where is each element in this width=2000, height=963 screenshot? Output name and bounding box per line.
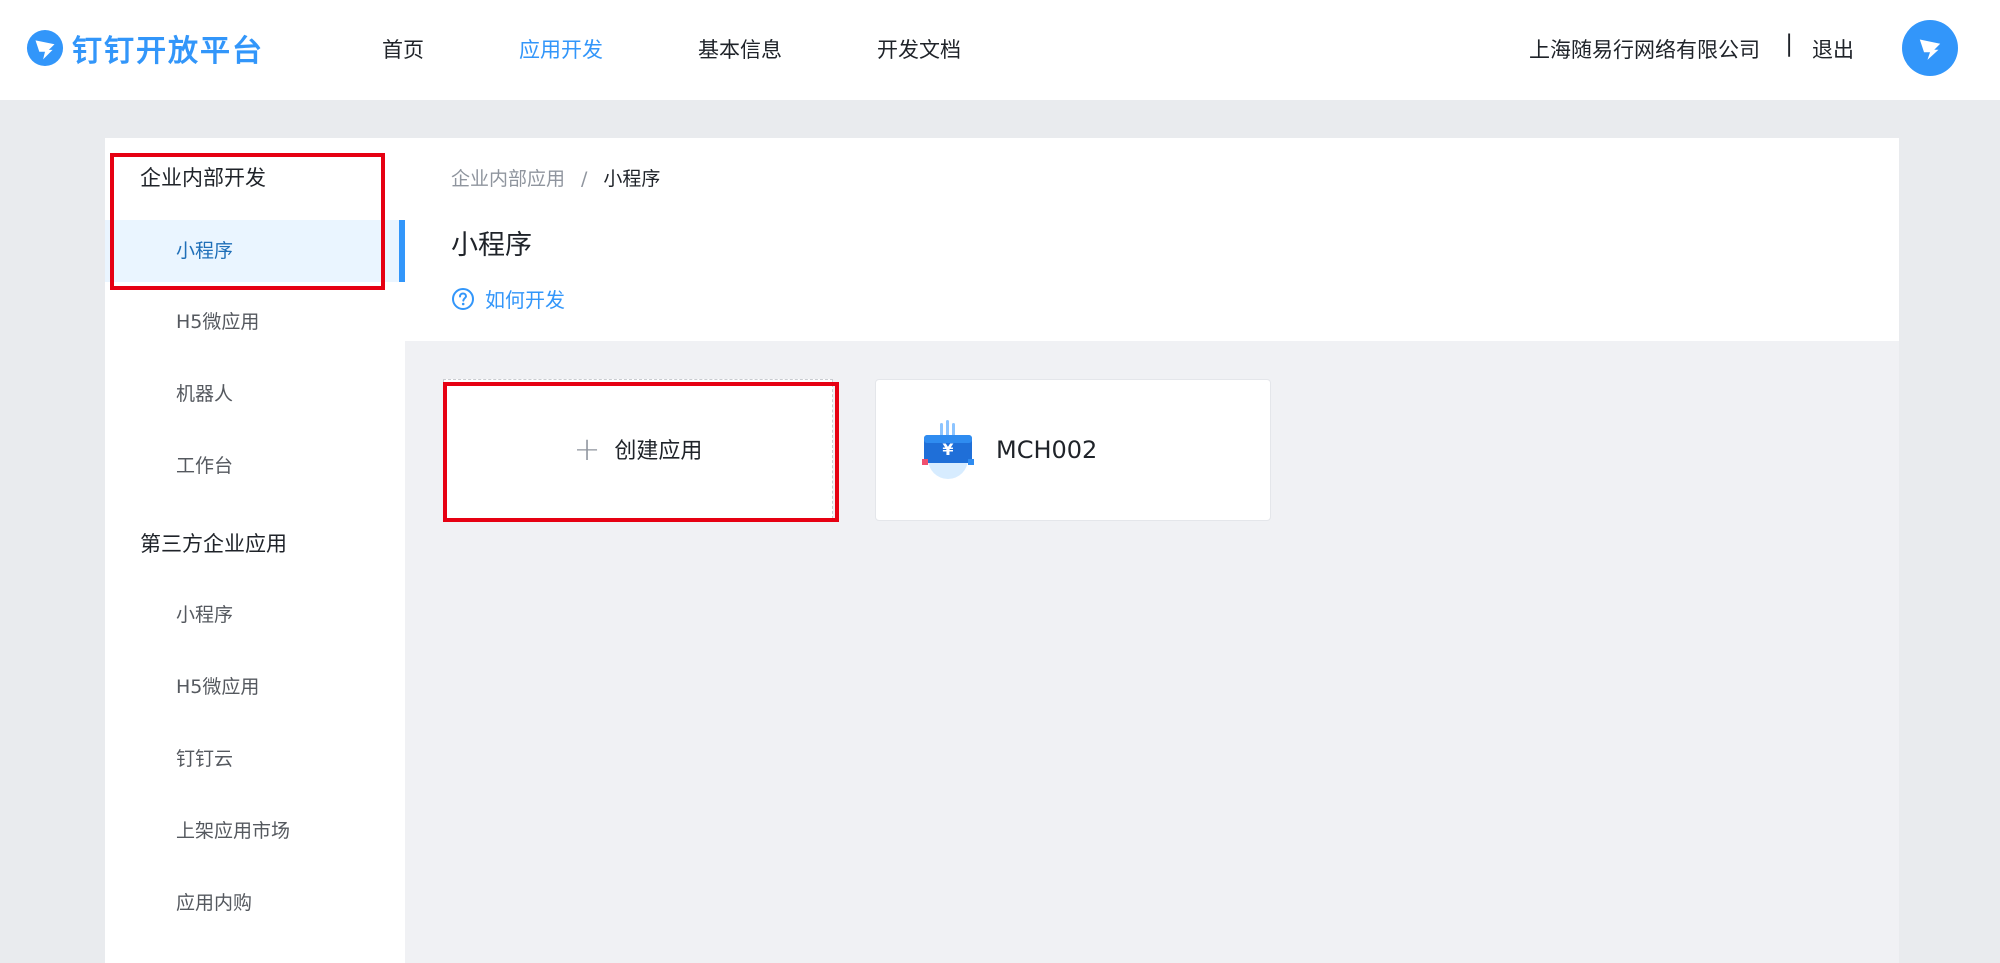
breadcrumb-separator: / <box>581 168 588 190</box>
brand-logo[interactable]: 钉钉开放平台 <box>26 26 264 70</box>
sidebar-group-internal: 企业内部开发 <box>140 166 266 190</box>
how-to-develop-label: 如何开发 <box>485 288 565 312</box>
sidebar-item-label: 小程序 <box>176 604 234 626</box>
dingtalk-logo-icon <box>26 29 64 67</box>
sidebar-item-tp-miniapp[interactable]: 小程序 <box>105 584 405 646</box>
dingtalk-avatar-icon <box>1919 39 1941 60</box>
sidebar-group-third-party: 第三方企业应用 <box>140 532 287 556</box>
breadcrumb-current: 小程序 <box>603 168 661 190</box>
app-card-mch002[interactable]: ¥ MCH002 <box>875 379 1271 521</box>
breadcrumb-parent[interactable]: 企业内部应用 <box>451 168 565 190</box>
sidebar-item-tp-market[interactable]: 上架应用市场 <box>105 800 405 862</box>
app-name: MCH002 <box>996 436 1098 464</box>
sidebar: 企业内部开发 小程序 H5微应用 机器人 工作台 第三方企业应用 小程序 H5微… <box>105 138 405 963</box>
brand-name: 钉钉开放平台 <box>72 34 264 69</box>
breadcrumb: 企业内部应用 / 小程序 <box>451 164 660 191</box>
sidebar-item-label: H5微应用 <box>176 311 260 333</box>
company-name: 上海随易行网络有限公司 <box>1529 38 1760 62</box>
content-header: 企业内部应用 / 小程序 小程序 如何开发 <box>405 138 1899 341</box>
wallet-app-icon: ¥ <box>922 420 974 479</box>
sidebar-item-tp-iap[interactable]: 应用内购 <box>105 872 405 934</box>
content-body: + 创建应用 ¥ MCH002 <box>405 341 1899 963</box>
question-circle-icon <box>452 287 474 310</box>
sidebar-item-label: 钉钉云 <box>176 748 234 770</box>
plus-icon: + <box>573 430 601 468</box>
nav-basic-info[interactable]: 基本信息 <box>698 34 782 64</box>
top-navbar: 钉钉开放平台 首页 应用开发 基本信息 开发文档 上海随易行网络有限公司 | 退… <box>0 0 2000 100</box>
sidebar-item-label: 上架应用市场 <box>176 820 291 842</box>
page-title: 小程序 <box>451 230 532 261</box>
user-separator: | <box>1785 31 1793 57</box>
sidebar-item-internal-robot[interactable]: 机器人 <box>105 363 405 425</box>
nav-app-dev[interactable]: 应用开发 <box>519 34 603 64</box>
sidebar-item-tp-cloud[interactable]: 钉钉云 <box>105 728 405 790</box>
sidebar-item-label: 应用内购 <box>176 892 253 914</box>
sidebar-item-internal-miniapp[interactable]: 小程序 <box>105 220 405 282</box>
sidebar-item-tp-h5[interactable]: H5微应用 <box>105 656 405 718</box>
logout-link[interactable]: 退出 <box>1812 34 1854 64</box>
how-to-develop-link[interactable]: 如何开发 <box>451 284 565 313</box>
avatar[interactable] <box>1902 20 1958 76</box>
sidebar-item-internal-h5[interactable]: H5微应用 <box>105 291 405 353</box>
sidebar-item-internal-workbench[interactable]: 工作台 <box>105 435 405 497</box>
nav-home[interactable]: 首页 <box>382 34 424 64</box>
svg-text:¥: ¥ <box>942 440 953 459</box>
sidebar-item-label: 小程序 <box>176 240 234 262</box>
create-app-button[interactable]: + 创建应用 <box>443 379 833 519</box>
create-app-label: 创建应用 <box>614 439 703 464</box>
sidebar-item-label: 机器人 <box>176 383 234 405</box>
sidebar-item-label: 工作台 <box>176 455 234 477</box>
sidebar-item-label: H5微应用 <box>176 676 260 698</box>
nav-dev-docs[interactable]: 开发文档 <box>877 34 961 64</box>
